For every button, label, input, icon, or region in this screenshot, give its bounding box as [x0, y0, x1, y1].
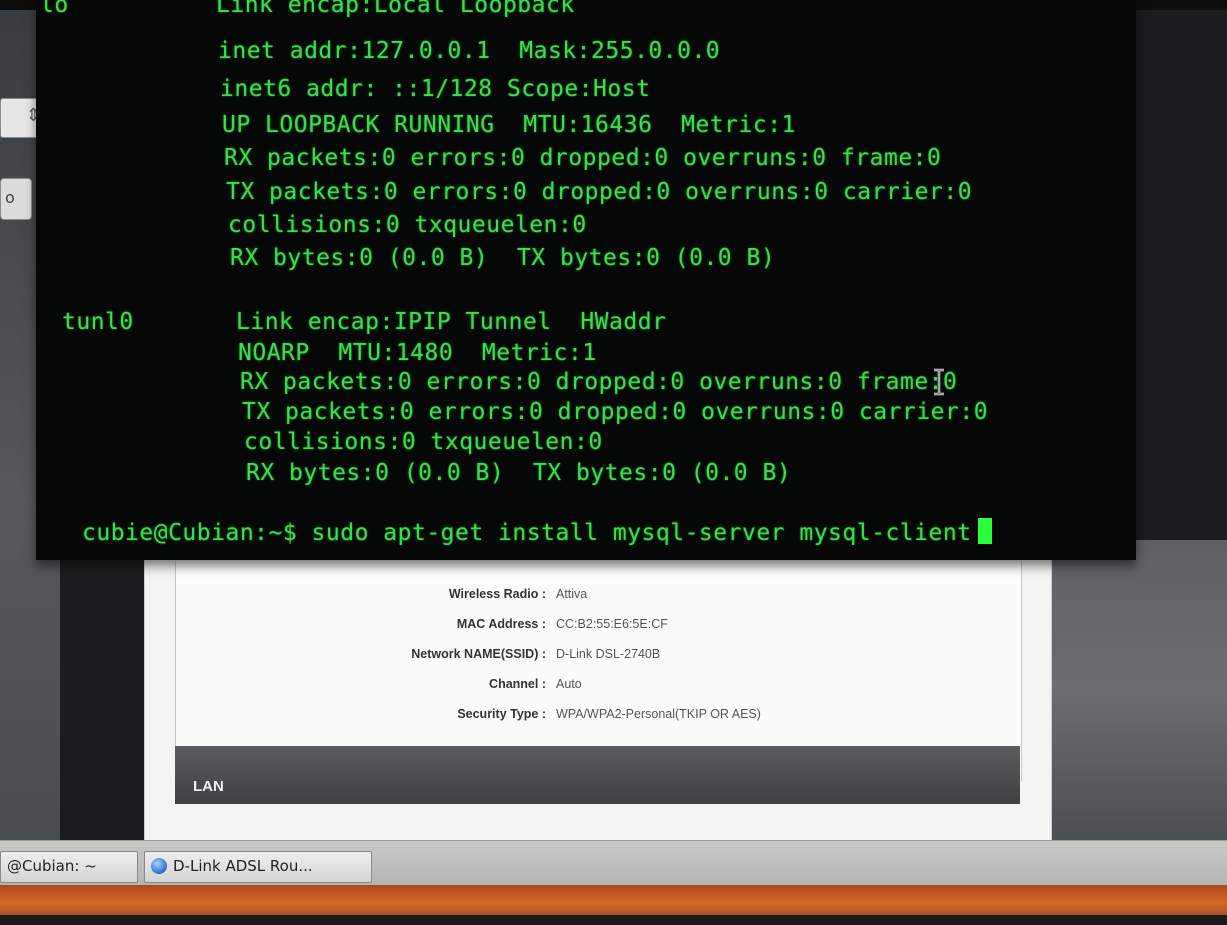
terminal-line: TX packets:0 errors:0 dropped:0 overruns… — [226, 179, 973, 205]
command-prompt-line[interactable]: cubie@Cubian:~$ sudo apt-get install mys… — [82, 518, 992, 546]
terminal-line: Link encap:Local Loopback — [216, 0, 575, 18]
terminal-line: TX packets:0 errors:0 dropped:0 overruns… — [242, 399, 989, 425]
router-value: WPA/WPA2-Personal(TKIP OR AES) — [556, 707, 761, 721]
router-label: Network NAME(SSID) : — [411, 647, 546, 661]
monitor-bezel-bottom — [0, 885, 1227, 925]
router-value: Attiva — [556, 587, 588, 601]
terminal-line: RX bytes:0 (0.0 B) TX bytes:0 (0.0 B) — [230, 245, 776, 271]
terminal-cursor-icon — [977, 518, 992, 544]
router-label: Security Type : — [457, 707, 546, 721]
router-value: Auto — [556, 677, 582, 691]
terminal-line: RX bytes:0 (0.0 B) TX bytes:0 (0.0 B) — [246, 460, 792, 486]
terminal-line: inet6 addr: ::1/128 Scope:Host — [220, 76, 651, 102]
router-value: D-Link DSL-2740B — [556, 647, 661, 661]
taskbar-item-label: D-Link ADSL Rou... — [173, 857, 313, 875]
terminal-line: RX packets:0 errors:0 dropped:0 overruns… — [224, 145, 942, 171]
router-row-ssid: Network NAME(SSID) : D-Link DSL-2740B — [176, 647, 1021, 671]
terminal-line: RX packets:0 errors:0 dropped:0 overruns… — [240, 369, 958, 395]
terminal-line: NOARP MTU:1480 Metric:1 — [238, 340, 597, 366]
button-glyph-icon: o — [5, 188, 15, 207]
terminal-line: inet addr:127.0.0.1 Mask:255.0.0.0 — [218, 38, 721, 64]
router-label: MAC Address : — [456, 617, 546, 631]
router-web-page: Wireless Radio : Attiva MAC Address : CC… — [144, 540, 1052, 842]
terminal-line: UP LOOPBACK RUNNING MTU:16436 Metric:1 — [222, 112, 796, 138]
router-label: Channel : — [489, 677, 546, 691]
router-value: CC:B2:55:E6:5E:CF — [556, 617, 668, 631]
router-row-wireless-radio: Wireless Radio : Attiva — [176, 587, 1021, 611]
interface-name-tunl0: tunl0 — [62, 309, 134, 335]
desktop-background-right — [1040, 540, 1227, 840]
terminal-line: collisions:0 txqueuelen:0 — [228, 212, 587, 238]
taskbar-item-label: @Cubian: ~ — [7, 857, 97, 875]
taskbar: @Cubian: ~ D-Link ADSL Rou... — [0, 840, 1227, 886]
taskbar-item-terminal[interactable]: @Cubian: ~ — [0, 851, 138, 883]
interface-name-lo: lo — [40, 0, 69, 18]
terminal-line: Link encap:IPIP Tunnel HWaddr — [236, 309, 667, 335]
router-row-mac-address: MAC Address : CC:B2:55:E6:5E:CF — [176, 617, 1021, 641]
lan-section-header: LAN — [175, 746, 1020, 804]
router-label: Wireless Radio : — [448, 587, 546, 601]
browser-globe-icon — [151, 858, 167, 874]
taskbar-item-browser[interactable]: D-Link ADSL Rou... — [144, 851, 372, 883]
router-row-channel: Channel : Auto — [176, 677, 1021, 701]
i-beam-cursor-icon — [934, 368, 944, 396]
terminal-window[interactable]: lo Link encap:Local Loopback inet addr:1… — [36, 0, 1136, 560]
button-partial[interactable]: o — [0, 178, 32, 220]
router-row-security-type: Security Type : WPA/WPA2-Personal(TKIP O… — [176, 707, 1021, 731]
lan-header-label: LAN — [193, 778, 224, 795]
terminal-line: collisions:0 txqueuelen:0 — [244, 429, 603, 455]
prompt-command-text: cubie@Cubian:~$ sudo apt-get install mys… — [82, 520, 972, 546]
